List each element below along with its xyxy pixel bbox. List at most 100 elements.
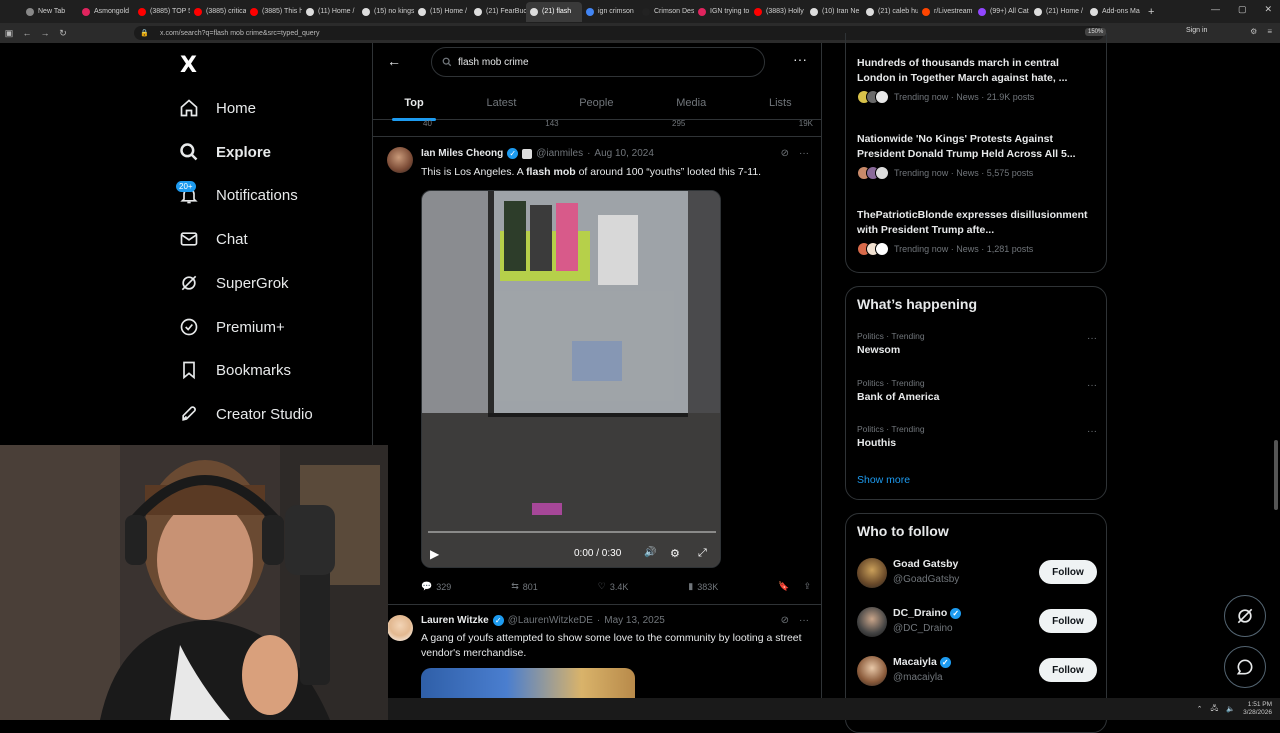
x-logo[interactable]: X [180,53,197,78]
sidebar-item-bookmarks[interactable]: Bookmarks [178,355,291,385]
news-item[interactable]: Hundreds of thousands march in central L… [857,56,1097,104]
tab-people[interactable]: People [575,86,617,120]
trend-item[interactable]: Politics · Trending Houthis ··· [857,424,1097,449]
browser-tab[interactable]: (21) Home / [1030,2,1086,22]
bookmark-icon[interactable]: 🔖 [778,581,789,592]
system-clock[interactable]: 1:51 PM 3/28/2026 [1243,701,1272,717]
like-button[interactable]: ♡ 3.4K [598,581,629,592]
minimize-icon[interactable]: — [1211,4,1220,15]
follow-button[interactable]: Follow [1039,609,1097,633]
repost-button[interactable]: ⇆ 801 [511,581,538,592]
browser-tab[interactable]: Asmongold [78,2,134,22]
tweet-date[interactable]: Aug 10, 2024 [594,148,654,159]
sidebar-item-home[interactable]: Home [178,93,256,123]
browser-tab[interactable]: r/Livestream [918,2,974,22]
avatar[interactable] [857,558,887,588]
play-icon[interactable]: ▶ [430,547,439,561]
scrollbar-thumb[interactable] [1274,440,1278,510]
sidebar-item-notifications[interactable]: Notifications [178,180,298,210]
sidebar-item-creator-studio[interactable]: Creator Studio [178,399,313,429]
follow-button[interactable]: Follow [1039,560,1097,584]
more-icon[interactable]: ··· [799,148,809,159]
browser-tab[interactable]: ign crimson [582,2,638,22]
follow-suggestion[interactable]: DC_Draino ✓ @DC_Draino Follow [857,603,1097,643]
grok-fab[interactable] [1224,595,1266,637]
messages-fab[interactable] [1224,646,1266,688]
views-button[interactable]: ▮ 383K [688,581,718,592]
browser-tab[interactable]: (21) caleb hu [862,2,918,22]
fullscreen-icon[interactable]: ⤢ [698,547,707,560]
browser-tab[interactable]: (3883) Holly [750,2,806,22]
sign-in-button[interactable]: Sign in [1186,27,1207,34]
new-tab-button[interactable]: + [1148,6,1154,18]
tweet-date[interactable]: May 13, 2025 [604,615,665,626]
tweet[interactable]: Ian Miles Cheong ✓ @ianmiles · Aug 10, 2… [373,137,821,602]
tab-latest[interactable]: Latest [482,86,520,120]
browser-tab[interactable]: (3885) TOP 5 [134,2,190,22]
maximize-icon[interactable]: ▢ [1238,4,1247,15]
browser-tab[interactable]: New Tab [22,2,78,22]
author-name[interactable]: Ian Miles Cheong [421,148,503,159]
grok-icon[interactable]: ⊘ [781,148,789,159]
forward-icon[interactable]: → [36,28,54,38]
view-count[interactable]: 19K [799,119,813,129]
reply-button[interactable]: 💬 329 [421,581,451,592]
news-item[interactable]: ThePatrioticBlonde expresses disillusion… [857,208,1097,256]
video-player[interactable]: ▶ 0:00 / 0:30 🔊 ⚙ ⤢ [421,190,721,568]
browser-tab[interactable]: (15) Home / [414,2,470,22]
volume-icon[interactable]: 🔊 [644,547,656,558]
avatar[interactable] [857,656,887,686]
reload-icon[interactable]: ↻ [54,28,72,39]
more-icon[interactable]: ··· [799,615,809,626]
sidebar-item-explore[interactable]: Explore [178,137,271,167]
browser-tab[interactable]: (10) Iran Ne [806,2,862,22]
extensions-icon[interactable]: ⚙ [1250,27,1257,36]
close-icon[interactable]: ✕ [1264,4,1272,15]
browser-tab[interactable]: (3885) This h [246,2,302,22]
tray-chevron-icon[interactable]: ⌃ [1197,705,1203,713]
browser-tab[interactable]: Crimson Des [638,2,694,22]
avatar[interactable] [857,607,887,637]
browser-tab[interactable]: (3885) critica [190,2,246,22]
sidebar-item-premium[interactable]: Premium+ [178,312,285,342]
more-icon[interactable]: ··· [1087,426,1097,437]
browser-tab[interactable]: (15) no kings [358,2,414,22]
avatar[interactable] [387,147,413,173]
browser-tab[interactable]: (21) FearBuck [470,2,526,22]
sidebar-item-chat[interactable]: Chat [178,224,248,254]
more-options-icon[interactable]: ··· [793,51,807,67]
browser-tab[interactable]: Add-ons Ma [1086,2,1142,22]
tab-media[interactable]: Media [672,86,710,120]
volume-icon[interactable]: 🔈 [1226,705,1235,713]
author-handle[interactable]: @LaurenWitzkeDE [508,615,593,626]
search-input[interactable]: flash mob crime [431,47,765,77]
trend-item[interactable]: Politics · Trending Newsom ··· [857,331,1097,356]
browser-tab[interactable]: (99+) All Cat [974,2,1030,22]
browser-tab[interactable]: IGN trying to [694,2,750,22]
share-icon[interactable]: ⇪ [803,581,811,592]
menu-icon[interactable]: ≡ [1267,27,1272,36]
sidebar-item-supergrok[interactable]: SuperGrok [178,268,289,298]
video-progress-track[interactable] [428,531,716,533]
browser-tab[interactable]: (21) flash [526,1,582,22]
grok-icon[interactable]: ⊘ [781,615,789,626]
repost-count[interactable]: 143 [545,119,558,129]
follow-suggestion[interactable]: Goad Gatsby @GoadGatsby Follow [857,554,1097,594]
more-icon[interactable]: ··· [1087,333,1097,344]
show-more-link[interactable]: Show more [857,474,910,486]
follow-suggestion[interactable]: Macaiyla ✓ @macaiyla Follow [857,652,1097,692]
settings-icon[interactable]: ⚙ [670,547,680,560]
author-name[interactable]: Lauren Witzke [421,615,489,626]
sidebar-toggle-icon[interactable]: ▣ [0,28,18,39]
tab-lists[interactable]: Lists [765,86,796,120]
follow-button[interactable]: Follow [1039,658,1097,682]
back-arrow-icon[interactable]: ← [387,53,401,69]
news-item[interactable]: Nationwide 'No Kings' Protests Against P… [857,132,1097,180]
like-count[interactable]: 295 [672,119,685,129]
author-handle[interactable]: @ianmiles [536,148,583,159]
network-icon[interactable]: 🖧 [1211,704,1219,715]
back-icon[interactable]: ← [18,28,36,38]
more-icon[interactable]: ··· [1087,380,1097,391]
browser-tab[interactable]: (11) Home / [302,2,358,22]
trend-item[interactable]: Politics · Trending Bank of America ··· [857,378,1097,403]
